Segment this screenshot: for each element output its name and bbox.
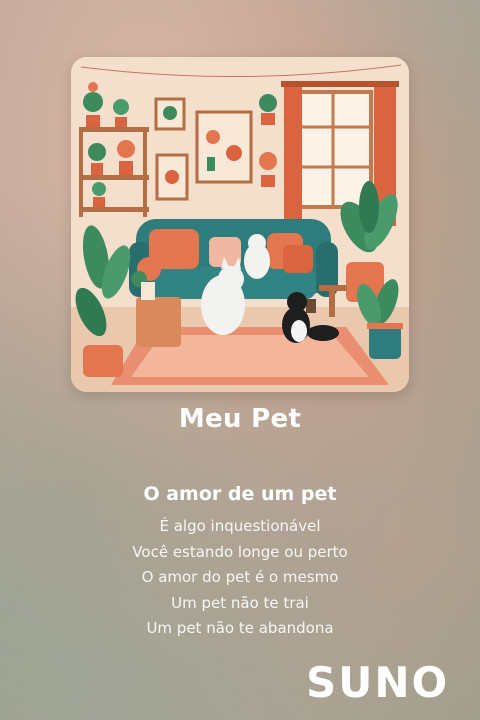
lyric-line: Um pet não te abandona <box>146 619 334 637</box>
lyrics-heading: O amor de um pet <box>143 483 337 505</box>
song-title: Meu Pet <box>178 404 302 434</box>
lyrics-block: É algo inquestionável Você estando longe… <box>0 514 480 642</box>
cover-illustration <box>71 57 409 392</box>
lyric-line: O amor do pet é o mesmo <box>141 568 339 586</box>
lyric-line: Você estando longe ou perto <box>132 542 348 561</box>
lyric-line: É algo inquestionável <box>159 517 321 535</box>
lyric-line: Um pet não te trai <box>171 593 309 612</box>
cover-art <box>71 57 409 392</box>
suno-logo: SUNO <box>306 658 450 707</box>
